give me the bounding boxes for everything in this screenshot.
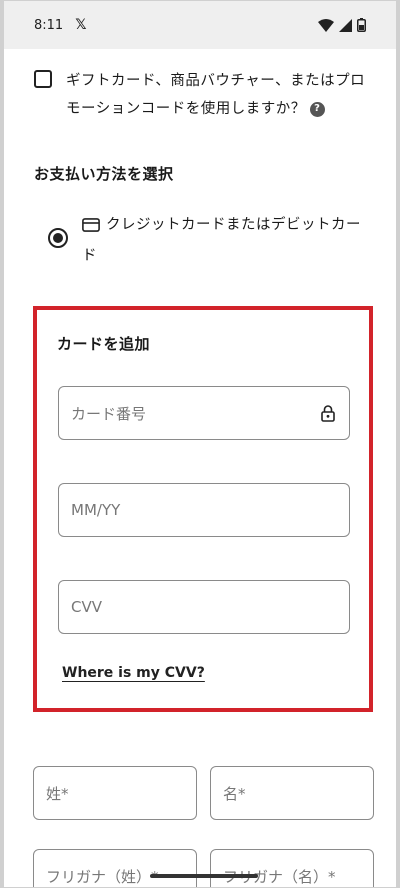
expiry-date-input[interactable]: MM/YY [58,483,350,537]
lock-icon [321,404,335,422]
last-name-input[interactable]: 姓* [33,766,197,820]
radio-selected-dot [53,233,63,243]
cvv-help-link[interactable]: Where is my CVV? [62,665,205,681]
last-name-placeholder: 姓* [46,784,69,803]
battery-icon [357,18,366,32]
gift-card-option[interactable]: ギフトカード、商品バウチャー、またはプロモーションコードを使用しますか？? [34,67,374,123]
status-icons [318,18,366,32]
status-time: 8:11 [34,17,64,33]
status-bar: 8:11 𝕏 [4,1,396,49]
signal-icon [339,18,352,32]
card-number-input[interactable]: カード番号 [58,386,350,440]
credit-card-icon [82,214,100,242]
gift-card-checkbox[interactable] [34,70,52,88]
first-name-input[interactable]: 名* [210,766,374,820]
payment-method-heading: お支払い方法を選択 [34,165,174,183]
credit-card-option[interactable]: クレジットカードまたはデビットカード [48,211,368,270]
gift-card-label-wrap: ギフトカード、商品バウチャー、またはプロモーションコードを使用しますか？? [66,67,374,123]
x-logo-icon: 𝕏 [75,17,87,33]
credit-card-radio[interactable] [48,228,68,248]
cvv-placeholder: CVV [71,598,102,616]
first-name-kana-input[interactable]: フリガナ（名）* [210,849,374,887]
expiry-placeholder: MM/YY [71,501,121,519]
add-card-title: カードを追加 [57,335,151,353]
wifi-icon [318,18,334,32]
help-icon[interactable]: ? [309,101,325,117]
add-card-section: カードを追加 カード番号 MM/YY CVV Where is my CVV? [33,306,373,712]
last-name-kana-placeholder: フリガナ（姓）* [46,867,159,886]
credit-card-option-label: クレジットカードまたはデビットカード [82,217,361,264]
cvv-input[interactable]: CVV [58,580,350,634]
screen: 8:11 𝕏 ギフトカード、商品バウチャー、またはプロモーションコードを使用しま… [0,0,400,888]
first-name-placeholder: 名* [223,784,246,803]
card-number-placeholder: カード番号 [71,404,147,423]
last-name-kana-input[interactable]: フリガナ（姓）* [33,849,197,887]
home-indicator[interactable] [150,874,258,878]
credit-card-option-text: クレジットカードまたはデビットカード [82,211,368,270]
